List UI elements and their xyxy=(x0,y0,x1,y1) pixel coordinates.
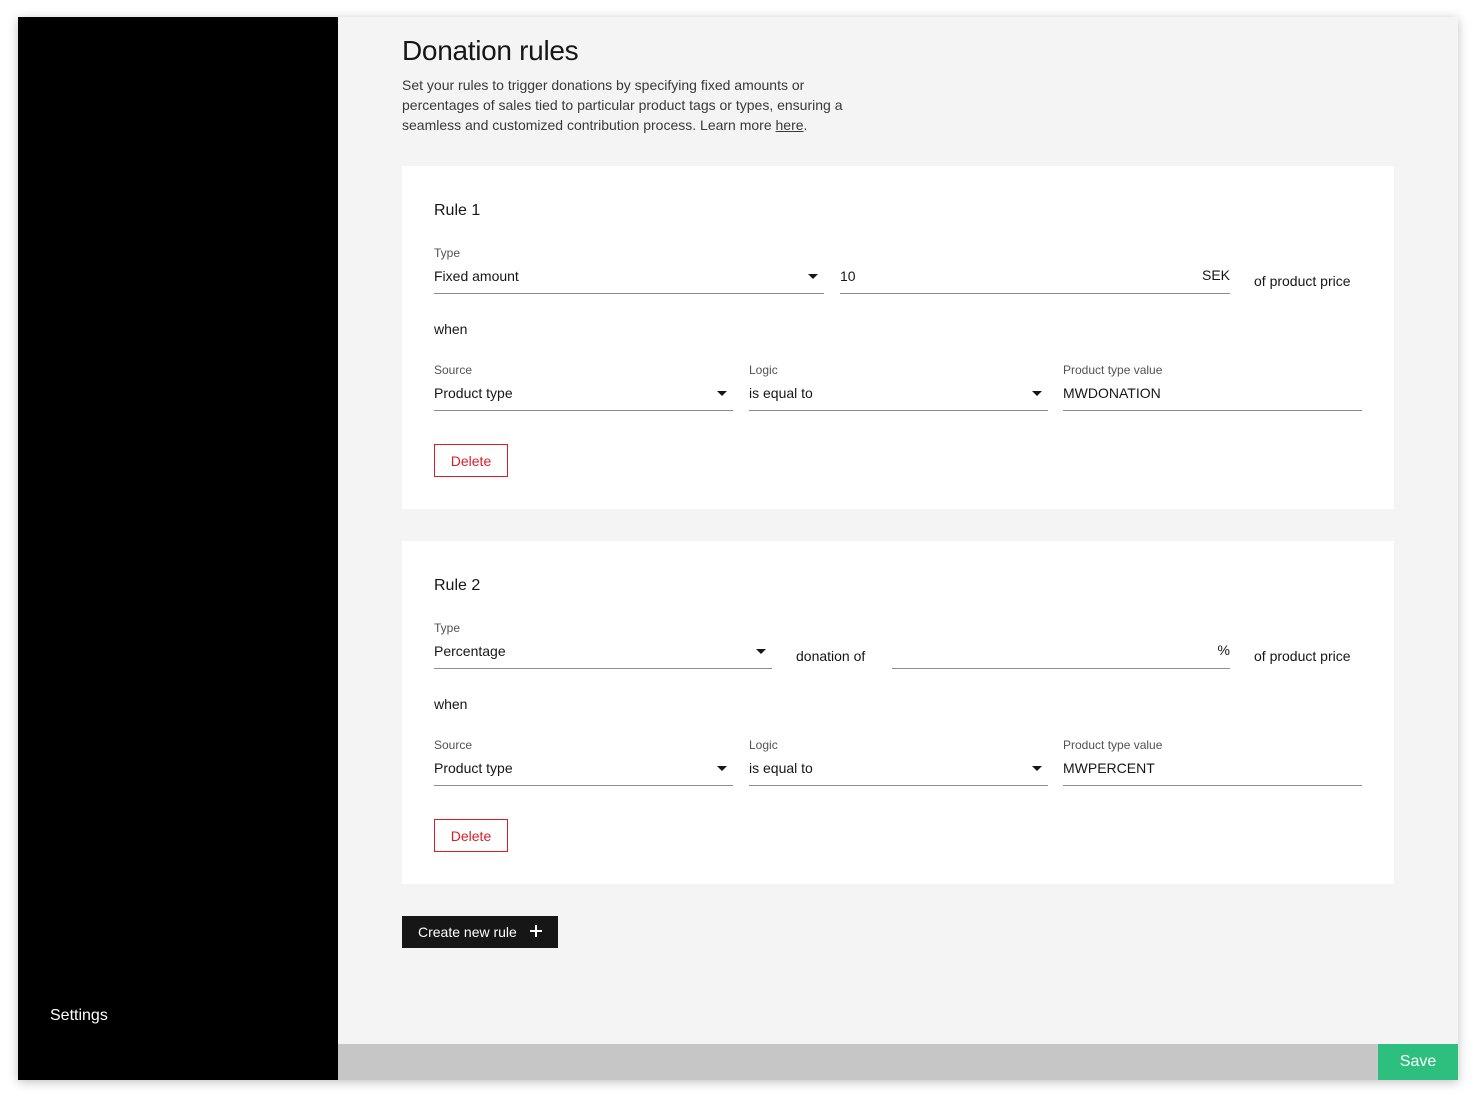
product-type-value-text: MWDONATION xyxy=(1063,385,1161,401)
source-label: Source xyxy=(434,363,473,377)
type-select-value: Percentage xyxy=(434,643,506,659)
page-description-end: . xyxy=(803,117,808,133)
type-label: Type xyxy=(434,246,461,260)
product-type-value-input[interactable]: MWDONATION xyxy=(1063,379,1362,411)
main-content: Donation rules Set your rules to trigger… xyxy=(338,17,1458,1080)
sidebar-item-settings[interactable]: Settings xyxy=(50,1007,108,1025)
of-product-price-text: of product price xyxy=(1254,648,1351,664)
logic-select[interactable]: is equal to xyxy=(749,379,1048,411)
chevron-down-icon xyxy=(717,391,727,396)
amount-input-value: 10 xyxy=(840,268,856,284)
of-product-price-text: of product price xyxy=(1254,273,1351,289)
logic-label: Logic xyxy=(749,738,778,752)
delete-button[interactable]: Delete xyxy=(434,819,508,852)
plus-icon xyxy=(530,925,542,937)
save-button[interactable]: Save xyxy=(1378,1044,1458,1080)
logic-select-value: is equal to xyxy=(749,385,813,401)
source-select-value: Product type xyxy=(434,760,513,776)
source-select-value: Product type xyxy=(434,385,513,401)
type-select[interactable]: Percentage xyxy=(434,637,772,669)
source-label: Source xyxy=(434,738,473,752)
rule-title: Rule 1 xyxy=(434,202,481,219)
type-select-value: Fixed amount xyxy=(434,268,519,284)
rule-card: Rule 1 Type Fixed amount 10 SEK of produ… xyxy=(402,166,1394,509)
currency-suffix: SEK xyxy=(1201,267,1230,283)
donation-of-text: donation of xyxy=(796,648,866,664)
product-type-value-label: Product type value xyxy=(1063,363,1163,377)
source-select[interactable]: Product type xyxy=(434,379,733,411)
logic-select-value: is equal to xyxy=(749,760,813,776)
logic-select[interactable]: is equal to xyxy=(749,754,1048,786)
page-title: Donation rules xyxy=(402,35,579,66)
product-type-value-text: MWPERCENT xyxy=(1063,760,1155,776)
percentage-input[interactable]: % xyxy=(892,637,1230,669)
chevron-down-icon xyxy=(1032,391,1042,396)
footer-bar: Save xyxy=(338,1044,1458,1080)
amount-input[interactable]: 10 SEK xyxy=(840,262,1230,294)
learn-more-link[interactable]: here xyxy=(776,117,804,133)
when-text: when xyxy=(434,696,468,712)
type-label: Type xyxy=(434,621,461,635)
rule-title: Rule 2 xyxy=(434,577,481,594)
type-select[interactable]: Fixed amount xyxy=(434,262,824,294)
chevron-down-icon xyxy=(1032,766,1042,771)
rule-card: Rule 2 Type Percentage donation of % of … xyxy=(402,541,1394,884)
delete-button[interactable]: Delete xyxy=(434,444,508,477)
sidebar: Settings xyxy=(18,17,338,1080)
create-new-rule-button[interactable]: Create new rule xyxy=(402,916,558,948)
logic-label: Logic xyxy=(749,363,778,377)
when-text: when xyxy=(434,321,468,337)
product-type-value-label: Product type value xyxy=(1063,738,1163,752)
chevron-down-icon xyxy=(717,766,727,771)
percent-suffix: % xyxy=(1217,642,1230,658)
app-window: Settings Donation rules Set your rules t… xyxy=(18,17,1458,1080)
chevron-down-icon xyxy=(808,274,818,279)
create-new-rule-label: Create new rule xyxy=(418,924,517,940)
product-type-value-input[interactable]: MWPERCENT xyxy=(1063,754,1362,786)
chevron-down-icon xyxy=(756,649,766,654)
source-select[interactable]: Product type xyxy=(434,754,733,786)
page-description: Set your rules to trigger donations by s… xyxy=(402,75,862,135)
